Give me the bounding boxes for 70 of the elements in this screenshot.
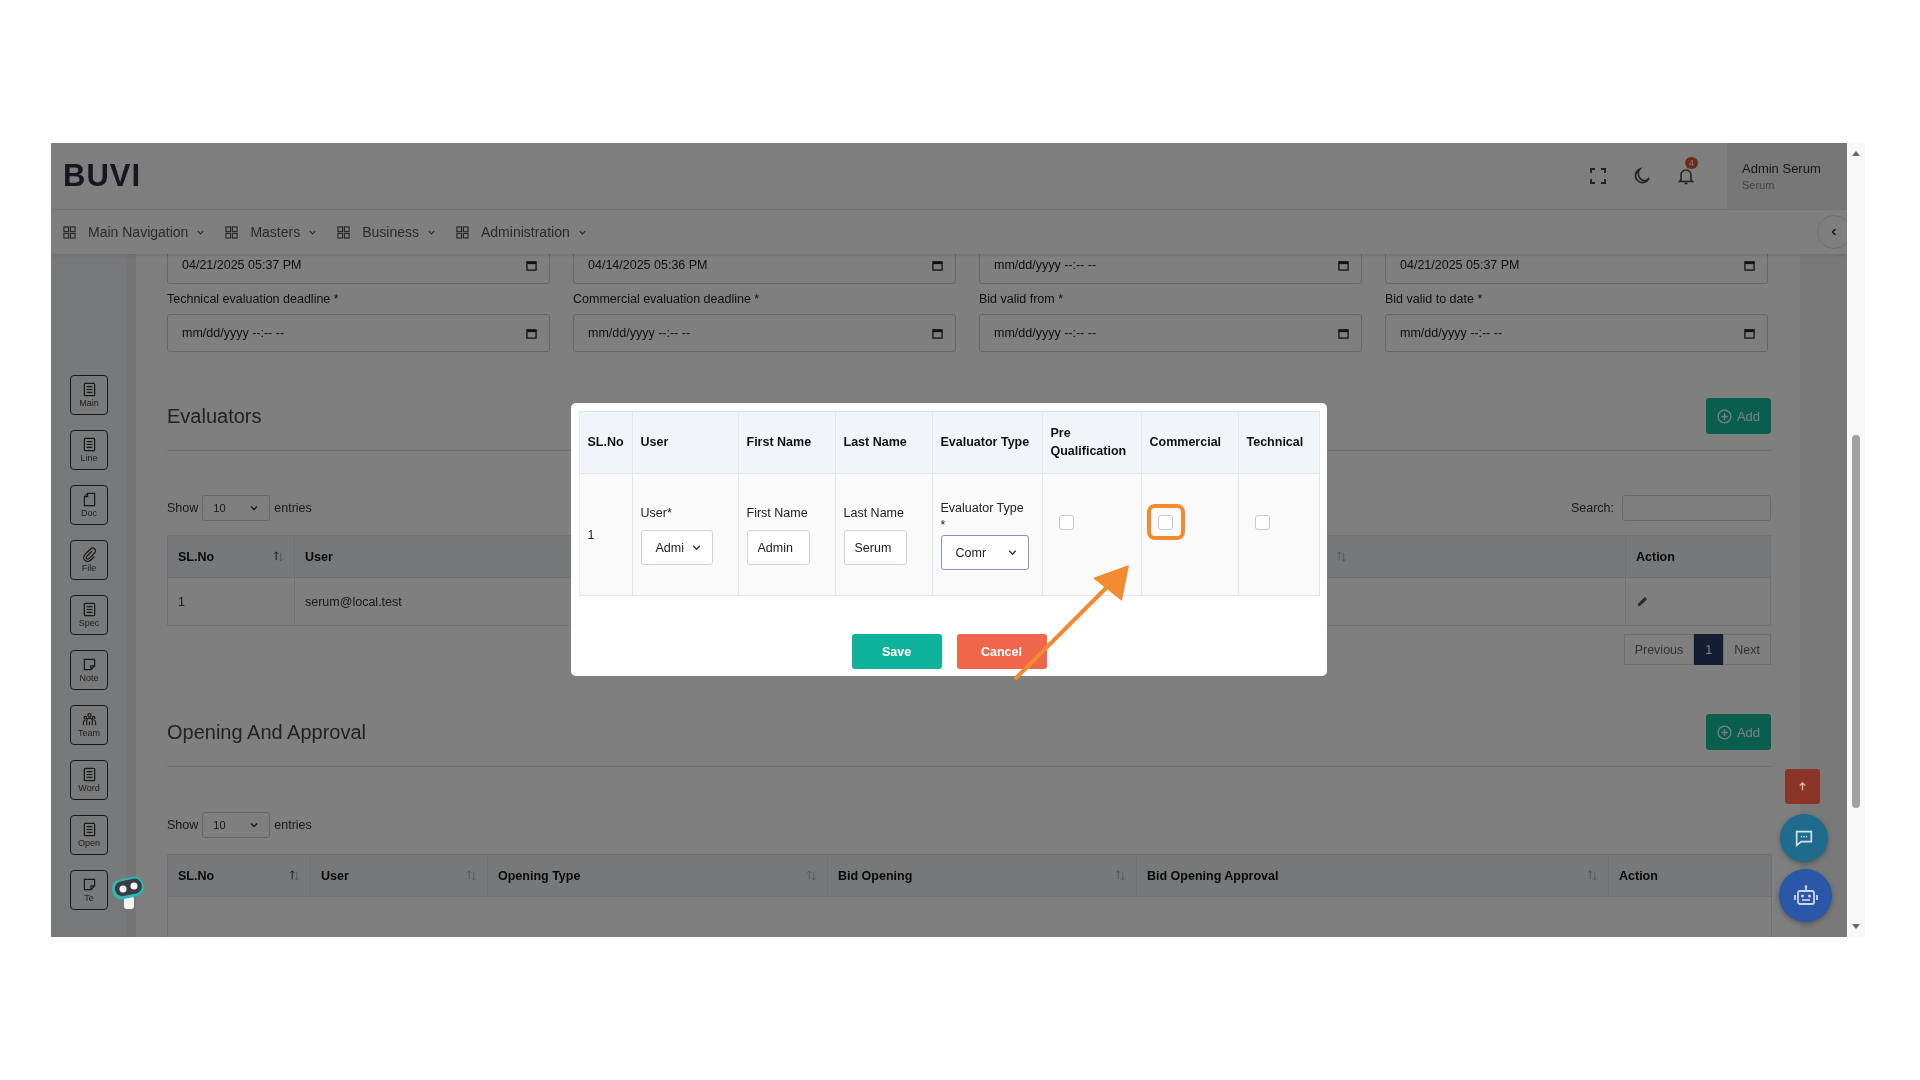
required-mark: * [940, 516, 946, 534]
field-label: User* [640, 504, 672, 522]
search-label: Search: [1570, 501, 1614, 515]
field-label: Commercial evaluation deadline * [573, 292, 761, 306]
column-header[interactable]: SL.No [168, 536, 295, 578]
column-header: Evaluator Type [932, 412, 1043, 474]
table-cell: 1 [579, 474, 633, 596]
date-field[interactable]: mm/dd/yyyy --:-- -- [573, 314, 956, 352]
first-name-field[interactable]: Admin [746, 530, 810, 566]
sidebar-item[interactable]: Open [70, 815, 108, 855]
next-button[interactable]: Next [1723, 634, 1771, 665]
date-field[interactable]: 04/21/2025 05:37 PM [1385, 254, 1768, 284]
column-header: SL.No [579, 412, 633, 474]
column-header[interactable]: Action [1609, 855, 1772, 897]
sidebar-item[interactable]: File [70, 540, 108, 580]
save-button[interactable]: Save [851, 634, 942, 669]
cancel-button[interactable]: Cancel [956, 634, 1047, 669]
field-label: First Name [746, 504, 808, 522]
page-size-select[interactable]: 10 [202, 495, 271, 521]
date-field[interactable]: 04/21/2025 05:37 PM [167, 254, 550, 284]
section-title: Evaluators [167, 404, 262, 428]
section-title: Opening And Approval [167, 720, 367, 744]
column-header[interactable]: SL.No [168, 855, 311, 897]
entries-label: entries [274, 818, 312, 832]
sidebar-item[interactable]: Team [70, 705, 108, 745]
show-label: Show [167, 818, 199, 832]
field-label: Bid valid from * [979, 292, 1065, 306]
nav-menu-item[interactable]: Masters [225, 224, 318, 240]
column-header: Commercial [1141, 412, 1239, 474]
sidebar-item[interactable]: Word [70, 760, 108, 800]
date-field[interactable]: 04/14/2025 05:36 PM [573, 254, 956, 284]
page-size-select[interactable]: 10 [202, 812, 271, 838]
previous-button[interactable]: Previous [1623, 634, 1695, 665]
evaluator-type-select[interactable]: Comr [940, 535, 1029, 571]
column-header: Pre Qualification [1042, 412, 1142, 474]
field-label: Evaluator Type [940, 499, 1024, 517]
column-header[interactable]: Bid Opening [828, 855, 1137, 897]
column-header: First Name [738, 412, 836, 474]
field-label: Technical evaluation deadline * [167, 292, 340, 306]
nav-menu-item[interactable]: Administration [456, 224, 587, 240]
sidebar-item[interactable]: Spec [70, 595, 108, 635]
date-field[interactable]: mm/dd/yyyy --:-- -- [979, 314, 1362, 352]
entries-label: entries [274, 501, 312, 515]
logo: BUVI [63, 158, 142, 194]
sidebar-item[interactable]: Main [70, 375, 108, 415]
nav-menu-item[interactable]: Business [337, 224, 436, 240]
field-label: Bid valid to date * [1385, 292, 1484, 306]
date-field[interactable]: mm/dd/yyyy --:-- -- [979, 254, 1362, 284]
column-header[interactable]: Opening Type [488, 855, 828, 897]
sidebar-item[interactable]: Note [70, 650, 108, 690]
sidebar-item[interactable]: Doc [70, 485, 108, 525]
date-field[interactable]: mm/dd/yyyy --:-- -- [167, 314, 550, 352]
show-label: Show [167, 501, 199, 515]
nav-menu-item[interactable]: Main Navigation [63, 224, 206, 240]
page-button[interactable]: 1 [1694, 634, 1724, 665]
last-name-field[interactable]: Serum [843, 530, 907, 566]
column-header: Technical [1238, 412, 1320, 474]
date-field[interactable]: mm/dd/yyyy --:-- -- [1385, 314, 1768, 352]
column-header[interactable]: User [311, 855, 488, 897]
sidebar-item[interactable]: Line [70, 430, 108, 470]
column-header[interactable]: Action [1626, 536, 1771, 578]
column-header[interactable]: Bid Opening Approval [1137, 855, 1609, 897]
field-label: Last Name [843, 504, 904, 522]
table-cell: 1 [168, 578, 295, 626]
sidebar-item[interactable]: Te [70, 870, 108, 910]
notification-badge: 4 [1685, 157, 1698, 169]
user-select[interactable]: Admi [640, 530, 713, 566]
column-header: Last Name [835, 412, 933, 474]
column-header: User [632, 412, 739, 474]
user-name: Admin Serum [1742, 161, 1822, 176]
